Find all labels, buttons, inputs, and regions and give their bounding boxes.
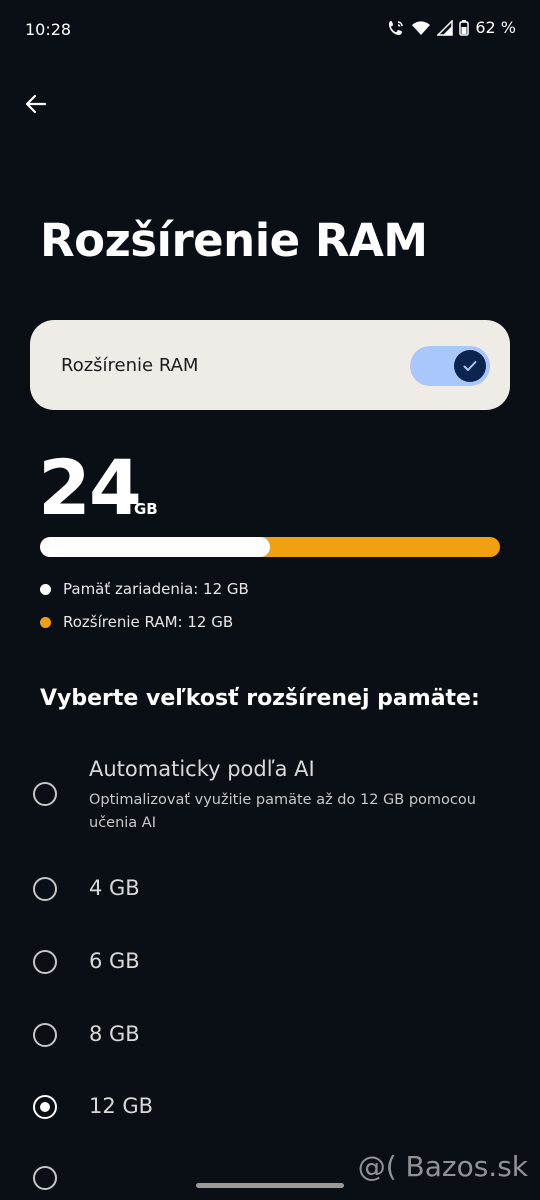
options-heading: Vyberte veľkosť rozšírenej pamäte: [40,686,480,711]
option-title: 4 GB [89,876,140,900]
option-auto-ai[interactable]: Automaticky podľa AI Optimalizovať využi… [0,755,540,835]
status-icons: 62 % [387,18,516,37]
battery-icon [459,19,470,36]
option-8gb[interactable]: 8 GB [0,1014,540,1058]
option-12gb[interactable]: 12 GB [0,1086,540,1130]
option-subtitle: Optimalizovať využitie pamäte až do 12 G… [89,792,476,831]
battery-percent: 62 % [475,18,516,37]
legend-label: Rozšírenie RAM: 12 GB [63,613,234,631]
gesture-nav-handle[interactable] [196,1183,344,1188]
device-memory-fill [40,537,270,557]
back-button[interactable] [18,86,54,122]
legend-ram-extension: Rozšírenie RAM: 12 GB [40,613,233,631]
option-title: 8 GB [89,1022,140,1046]
legend-label: Pamäť zariadenia: 12 GB [63,580,249,598]
check-icon [463,361,477,371]
wifi-icon [411,20,431,36]
option-title: 6 GB [89,949,140,973]
watermark: @( Bazos.sk [357,1150,528,1183]
legend-device-memory: Pamäť zariadenia: 12 GB [40,580,249,598]
status-time: 10:28 [25,20,72,39]
cell-signal-icon [437,19,454,36]
option-6gb[interactable]: 6 GB [0,941,540,985]
switch-thumb [454,350,486,382]
total-ram-unit: GB [134,500,158,518]
toggle-label: Rozšírenie RAM [61,355,199,376]
ram-usage-bar [40,537,500,557]
option-title: Automaticky podľa AI [89,757,315,781]
wifi-calling-icon [387,19,405,37]
radio-button-selected[interactable] [33,1095,57,1119]
ram-extension-toggle-card[interactable]: Rozšírenie RAM [30,320,510,410]
legend-dot-white [40,583,51,595]
ram-extension-switch[interactable] [410,346,490,386]
total-ram-value: 24 [38,443,142,532]
radio-button[interactable] [33,782,57,806]
radio-button[interactable] [33,950,57,974]
back-arrow-icon [25,94,47,114]
status-bar: 10:28 62 % [0,0,540,60]
option-4gb[interactable]: 4 GB [0,868,540,912]
radio-button[interactable] [33,877,57,901]
option-title: 12 GB [89,1094,154,1118]
radio-button[interactable] [33,1023,57,1047]
radio-button[interactable] [33,1166,57,1190]
page-title: Rozšírenie RAM [40,214,428,267]
legend-dot-orange [40,616,51,628]
